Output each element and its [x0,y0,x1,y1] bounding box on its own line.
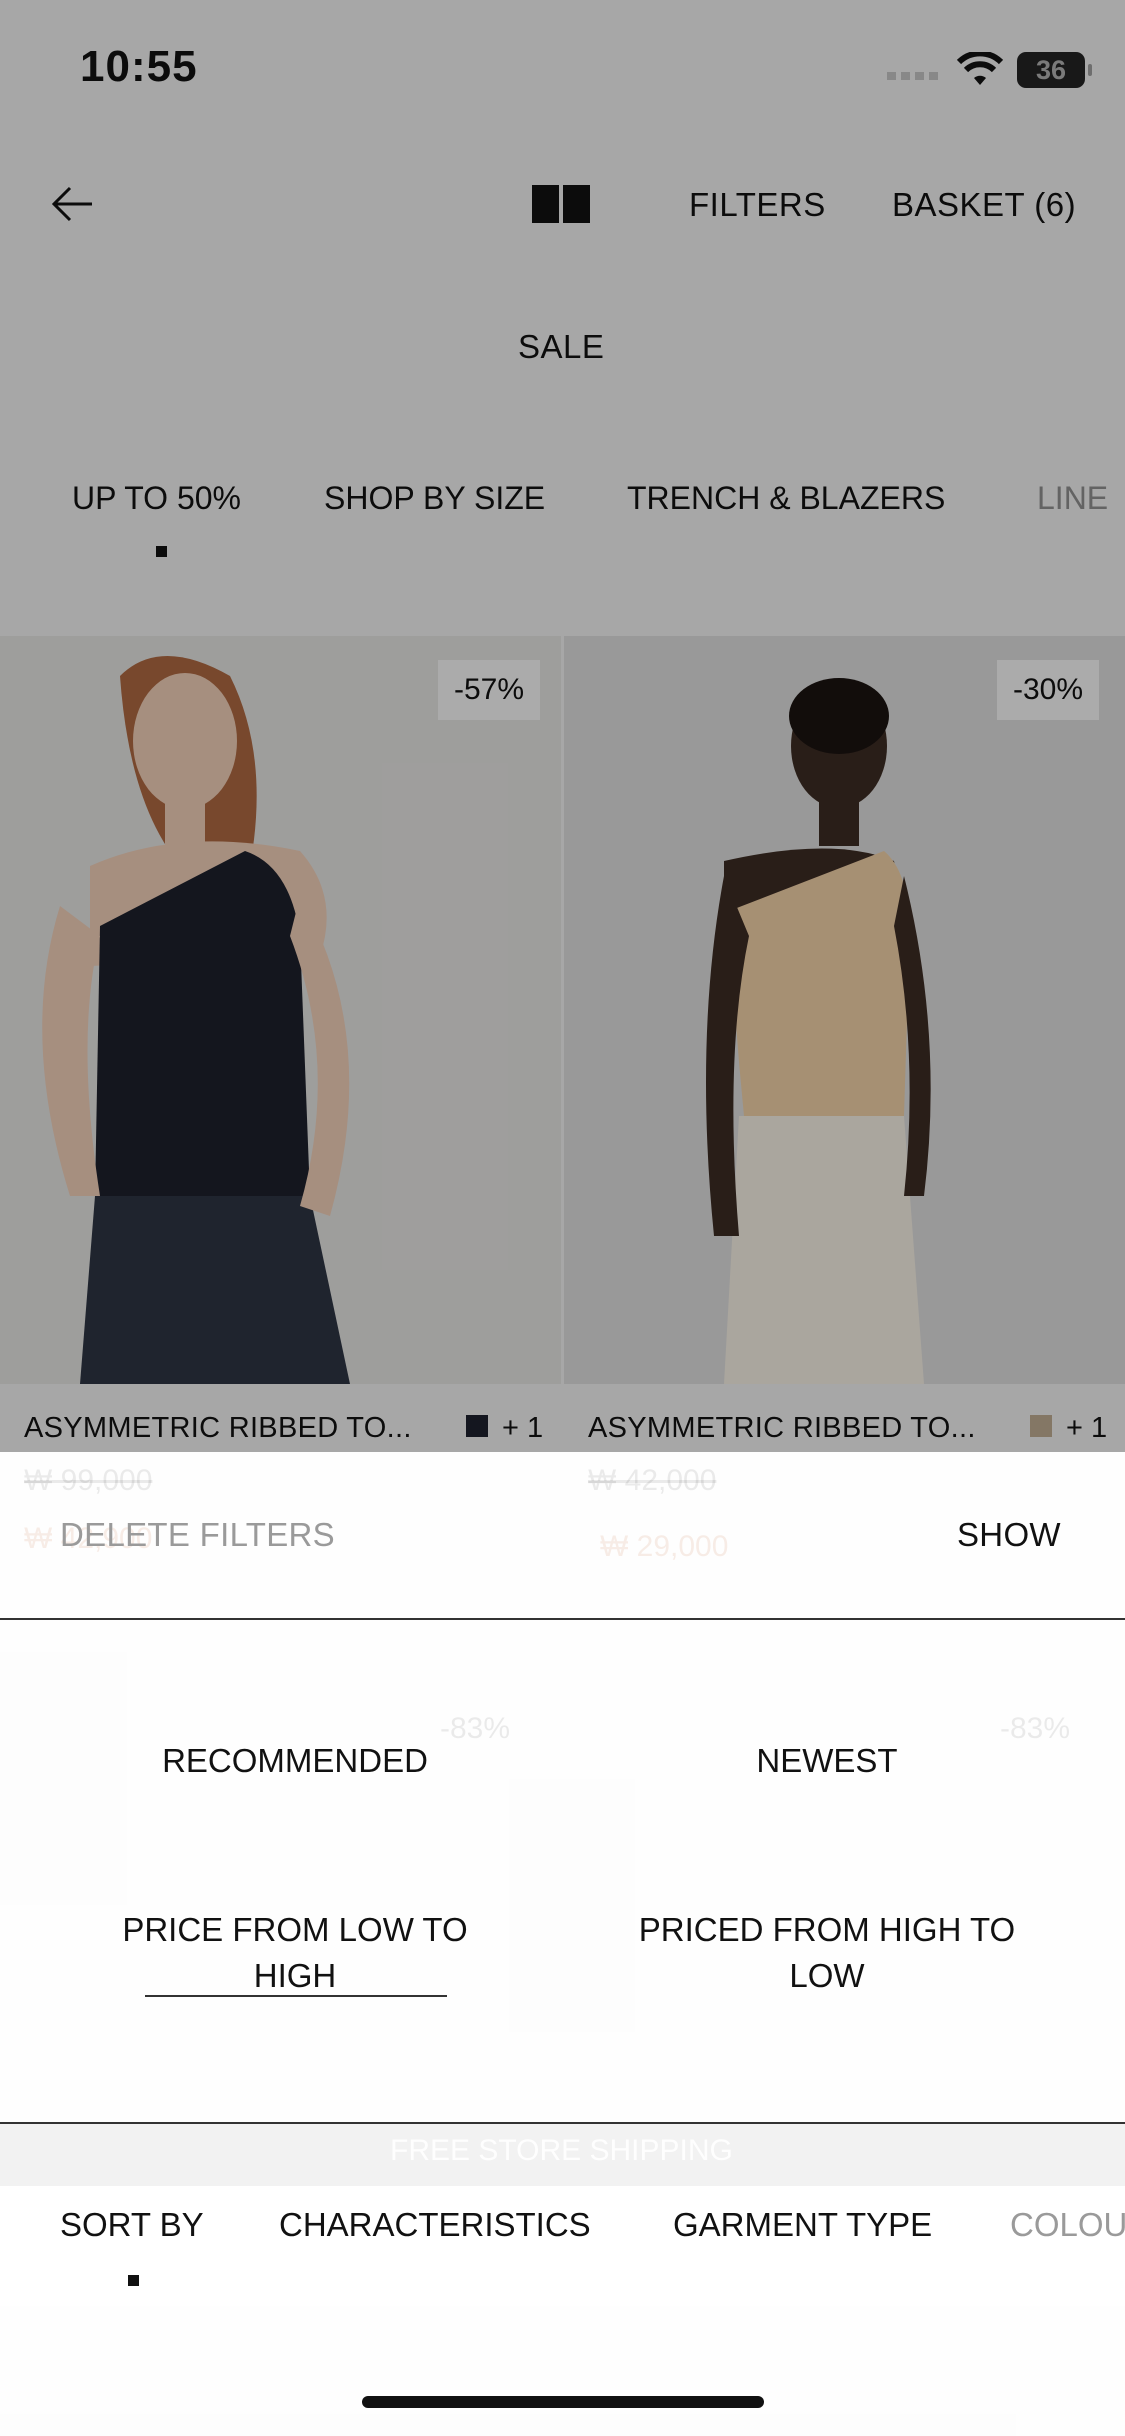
sort-option-price-high-low[interactable]: PRICED FROM HIGH TO LOW [617,1907,1037,1999]
free-shipping-banner: FREE STORE SHIPPING [390,2134,733,2167]
tab-garment-type[interactable]: GARMENT TYPE [673,2206,932,2244]
delete-filters-button[interactable]: DELETE FILTERS [60,1516,335,1554]
sort-option-newest[interactable]: NEWEST [617,1738,1037,1784]
show-button[interactable]: SHOW [957,1516,1061,1554]
sort-option-price-low-high[interactable]: PRICE FROM LOW TO HIGH [85,1907,505,1999]
dim-overlay[interactable] [0,0,1125,1452]
tab-sort-by[interactable]: SORT BY [60,2206,204,2244]
active-tab-indicator [128,2275,139,2286]
sort-option-recommended[interactable]: RECOMMENDED [85,1738,505,1784]
tab-characteristics[interactable]: CHARACTERISTICS [279,2206,591,2244]
product-old-price: ₩ 99,000 [24,1464,153,1497]
home-indicator[interactable] [362,2396,764,2408]
product-sale-price: ₩ 29,000 [600,1530,729,1563]
sheet-divider [0,1618,1125,1620]
product-old-price: ₩ 42,000 [588,1464,717,1497]
tab-colour[interactable]: COLOU [1010,2206,1125,2244]
sheet-tab-bar [0,2186,1125,2306]
selected-sort-underline [145,1995,447,1997]
